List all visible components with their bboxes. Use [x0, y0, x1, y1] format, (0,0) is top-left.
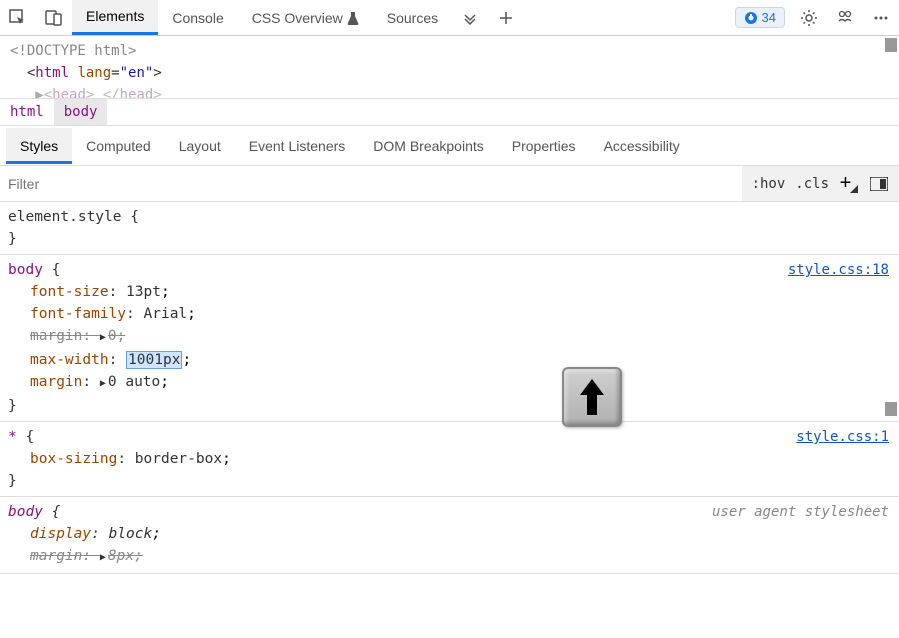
decl-display[interactable]: display: block; — [8, 523, 891, 545]
decl-margin-overridden[interactable]: margin: ▶0; — [8, 325, 891, 349]
close-brace: } — [8, 228, 891, 250]
subtab-computed[interactable]: Computed — [72, 128, 165, 164]
dom-tree-panel[interactable]: <!DOCTYPE html> <html lang="en"> ▶<head>… — [0, 36, 899, 98]
tab-elements[interactable]: Elements — [72, 0, 158, 35]
subtab-properties[interactable]: Properties — [498, 128, 590, 164]
up-arrow-key-overlay — [562, 367, 622, 427]
new-tab-icon[interactable] — [488, 0, 524, 36]
inspect-element-icon[interactable] — [0, 0, 36, 36]
selector-star: * — [8, 429, 17, 445]
feedback-icon[interactable] — [827, 0, 863, 36]
subtab-styles[interactable]: Styles — [6, 128, 72, 164]
new-style-rule-icon[interactable]: + — [839, 174, 859, 194]
tab-console[interactable]: Console — [158, 0, 237, 35]
beaker-icon — [347, 11, 359, 25]
device-toolbar-icon[interactable] — [36, 0, 72, 36]
crumb-body[interactable]: body — [54, 99, 108, 125]
selector-element-style: element.style — [8, 209, 122, 225]
dom-scrollbar[interactable] — [885, 38, 897, 52]
tab-css-overview-label: CSS Overview — [252, 10, 343, 26]
decl-ua-margin[interactable]: margin: ▶8px; — [8, 545, 891, 569]
source-link-star[interactable]: style.css:1 — [796, 426, 889, 448]
styles-scrollbar[interactable] — [885, 402, 897, 416]
subtab-dom-breakpoints[interactable]: DOM Breakpoints — [359, 128, 497, 164]
dom-doctype: <!DOCTYPE html> — [10, 40, 889, 62]
dom-head[interactable]: ▶<head> </head> — [10, 84, 889, 98]
rule-star[interactable]: style.css:1 * { box-sizing: border-box; … — [0, 422, 899, 497]
selector-ua-body: body — [8, 504, 43, 520]
decl-font-size[interactable]: font-size: 13pt; — [8, 281, 891, 303]
selector-body: body — [8, 262, 43, 278]
rule-body[interactable]: style.css:18 body { font-size: 13pt; fon… — [0, 255, 899, 422]
filter-actions: :hov .cls + — [742, 166, 899, 201]
decl-margin[interactable]: margin: ▶0 auto; — [8, 371, 891, 395]
ua-stylesheet-label: user agent stylesheet — [712, 501, 889, 523]
hov-toggle[interactable]: :hov — [752, 176, 786, 192]
styles-filter-bar: :hov .cls + — [0, 166, 899, 202]
filter-input[interactable] — [0, 168, 742, 200]
editing-value[interactable]: 1001px — [126, 351, 182, 369]
dom-html[interactable]: <html lang="en"> — [10, 62, 889, 84]
breadcrumb: html body — [0, 98, 899, 126]
top-tabs: Elements Console CSS Overview Sources — [72, 0, 452, 35]
subtab-layout[interactable]: Layout — [165, 128, 235, 164]
cls-toggle[interactable]: .cls — [795, 176, 829, 192]
issues-badge[interactable]: 34 — [735, 7, 785, 28]
kebab-menu-icon[interactable] — [863, 0, 899, 36]
computed-styles-sidebar-icon[interactable] — [869, 174, 889, 194]
issues-count: 34 — [762, 10, 776, 25]
decl-box-sizing[interactable]: box-sizing: border-box; — [8, 448, 891, 470]
rule-ua-body[interactable]: user agent stylesheet body { display: bl… — [0, 497, 899, 574]
tab-css-overview[interactable]: CSS Overview — [238, 0, 373, 35]
subtab-accessibility[interactable]: Accessibility — [590, 128, 694, 164]
crumb-html[interactable]: html — [0, 99, 54, 125]
styles-panel: element.style { } style.css:18 body { fo… — [0, 202, 899, 638]
settings-icon[interactable] — [791, 0, 827, 36]
rule-element-style[interactable]: element.style { } — [0, 202, 899, 255]
subtab-event-listeners[interactable]: Event Listeners — [235, 128, 360, 164]
devtools-toolbar: Elements Console CSS Overview Sources 34 — [0, 0, 899, 36]
up-arrow-icon — [577, 377, 607, 417]
styles-subtabs: Styles Computed Layout Event Listeners D… — [0, 126, 899, 166]
decl-max-width[interactable]: max-width: 1001px; — [8, 349, 891, 371]
source-link-body[interactable]: style.css:18 — [788, 259, 889, 281]
decl-font-family[interactable]: font-family: Arial; — [8, 303, 891, 325]
tab-sources[interactable]: Sources — [373, 0, 452, 35]
more-tabs-icon[interactable] — [452, 0, 488, 36]
